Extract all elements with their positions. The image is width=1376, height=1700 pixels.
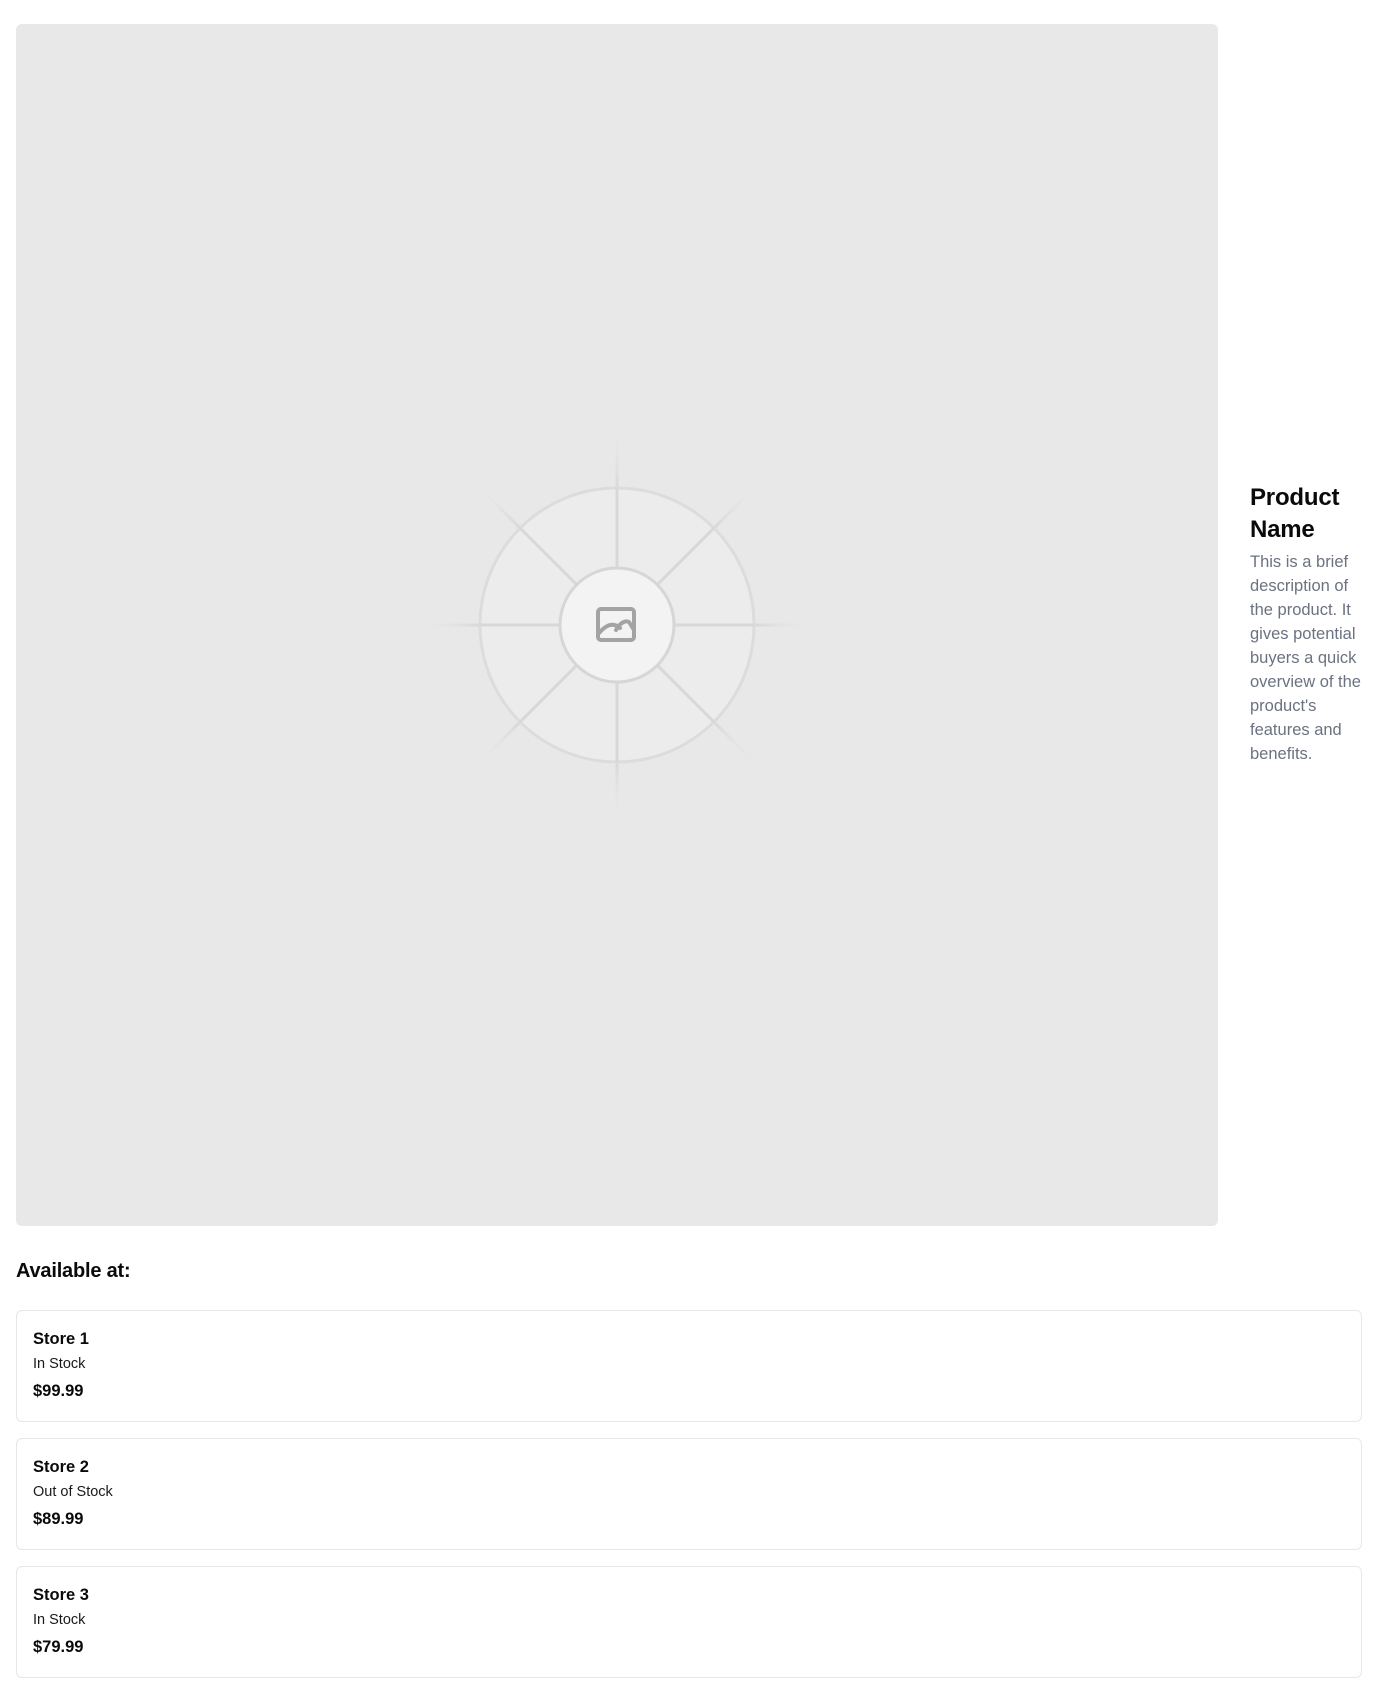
stock-status: In Stock	[33, 1356, 86, 1372]
product-page: Product Name This is a brief description…	[0, 0, 1376, 1700]
stock-status: Out of Stock	[33, 1484, 113, 1500]
store-price: $99.99	[33, 1382, 84, 1400]
store-card[interactable]: Store 2 Out of Stock $89.99	[16, 1438, 1362, 1550]
product-info: Product Name This is a brief description…	[1250, 482, 1368, 766]
store-name: Store 3	[33, 1586, 89, 1604]
available-at-heading: Available at:	[16, 1260, 131, 1282]
store-name: Store 2	[33, 1458, 89, 1476]
stock-status: In Stock	[33, 1612, 86, 1628]
store-price: $79.99	[33, 1638, 84, 1656]
store-card[interactable]: Store 3 In Stock $79.99	[16, 1566, 1362, 1678]
product-description: This is a brief description of the produ…	[1250, 553, 1361, 763]
store-price: $89.99	[33, 1510, 84, 1528]
product-image-placeholder	[16, 24, 1218, 1226]
store-list: Store 1 In Stock $99.99 Store 2 Out of S…	[16, 1310, 1362, 1694]
product-name: Product Name	[1250, 484, 1340, 543]
image-placeholder-graphic	[421, 429, 813, 821]
store-card[interactable]: Store 1 In Stock $99.99	[16, 1310, 1362, 1422]
store-name: Store 1	[33, 1330, 89, 1348]
